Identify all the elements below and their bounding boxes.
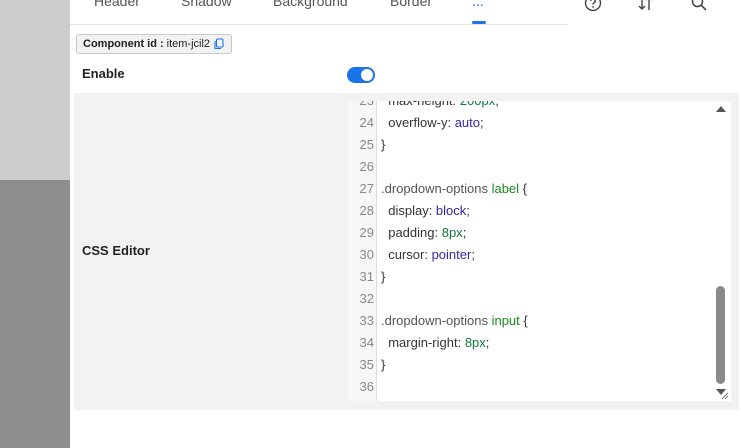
- tab-background[interactable]: Background: [273, 0, 348, 9]
- code-token: cursor:: [381, 247, 432, 262]
- line-number: 34: [359, 335, 374, 350]
- code-line: 23 max-height: 200px;: [348, 101, 718, 112]
- editor-scrollbar[interactable]: [715, 101, 729, 401]
- line-number: 30: [359, 247, 374, 262]
- code-token: display:: [381, 203, 436, 218]
- code-line: 24 overflow-y: auto;: [348, 112, 718, 134]
- code-text: }: [381, 266, 385, 288]
- tab-more[interactable]: ...: [472, 0, 484, 9]
- line-number: 29: [359, 225, 374, 240]
- code-line: 33 .dropdown-options input {: [348, 310, 718, 332]
- search-icon[interactable]: [690, 0, 708, 12]
- resize-grip-icon[interactable]: [719, 390, 729, 400]
- code-text: padding: 8px;: [381, 222, 466, 244]
- code-line: 25}: [348, 134, 718, 156]
- code-token: .dropdown-options: [381, 181, 492, 196]
- code-token: padding:: [381, 225, 442, 240]
- code-token: input: [491, 313, 520, 328]
- code-text: .dropdown-options input {: [381, 310, 528, 332]
- line-number: 31: [359, 269, 374, 284]
- code-token: block: [435, 203, 467, 218]
- code-token: auto: [454, 115, 480, 130]
- code-text: }: [381, 134, 385, 156]
- code-token: ;: [495, 101, 499, 108]
- code-text: margin-right: 8px;: [381, 332, 489, 354]
- line-number: 32: [359, 291, 374, 306]
- code-token: ;: [466, 203, 470, 218]
- code-text: cursor: pointer;: [381, 244, 475, 266]
- component-id-value: item-jcil2: [166, 38, 211, 50]
- code-token: {: [519, 181, 528, 196]
- active-tab-indicator: [472, 21, 486, 24]
- tab-border[interactable]: Border: [390, 0, 432, 9]
- component-id-label: Component id :: [83, 38, 164, 50]
- code-token: }: [381, 137, 386, 152]
- code-token: margin-right:: [381, 335, 465, 350]
- code-line: 28 display: block;: [348, 200, 718, 222]
- code-token: ;: [480, 115, 484, 130]
- enable-toggle[interactable]: [347, 67, 375, 83]
- code-text: display: block;: [381, 200, 470, 222]
- sort-icon[interactable]: [637, 0, 655, 12]
- line-number: 28: [359, 203, 374, 218]
- tab-shadow[interactable]: Shadow: [181, 0, 232, 9]
- tab-header[interactable]: Header: [94, 0, 140, 9]
- code-line: 36: [348, 376, 718, 398]
- component-id-badge: Component id : item-jcil2: [76, 34, 233, 54]
- code-token: 8px: [464, 335, 486, 350]
- css-editor-row: CSS Editor 23 max-height: 200px;24 overf…: [74, 93, 739, 410]
- line-number: 35: [359, 357, 374, 372]
- code-token: }: [381, 357, 386, 372]
- scroll-up-arrow-icon[interactable]: [716, 106, 726, 112]
- code-text: }: [381, 354, 385, 376]
- background-canvas-dark: [0, 180, 70, 448]
- code-line: 30 cursor: pointer;: [348, 244, 718, 266]
- code-token: pointer: [431, 247, 472, 262]
- line-number: 25: [359, 137, 374, 152]
- enable-label: Enable: [82, 66, 125, 81]
- code-token: }: [381, 269, 386, 284]
- line-number: 23: [348, 101, 374, 112]
- line-number: 36: [359, 379, 374, 394]
- code-token: 8px: [441, 225, 463, 240]
- code-line: 26: [348, 156, 718, 178]
- code-line: 29 padding: 8px;: [348, 222, 718, 244]
- code-token: label: [491, 181, 520, 196]
- code-token: {: [519, 313, 528, 328]
- code-line: 31}: [348, 266, 718, 288]
- line-number: 24: [359, 115, 374, 130]
- css-code-editor[interactable]: 23 max-height: 200px;24 overflow-y: auto…: [348, 101, 731, 401]
- code-text: .dropdown-options label {: [381, 178, 527, 200]
- scroll-thumb[interactable]: [716, 286, 725, 384]
- tab-bar: Header Shadow Background Border ...: [70, 0, 568, 25]
- code-token: 200px: [460, 101, 495, 108]
- code-text: overflow-y: auto;: [381, 112, 484, 134]
- css-editor-label: CSS Editor: [82, 243, 150, 258]
- code-line: 35}: [348, 354, 718, 376]
- code-line: 27 .dropdown-options label {: [348, 178, 718, 200]
- code-token: ;: [485, 335, 490, 350]
- line-number: 33: [359, 313, 374, 328]
- code-text: max-height: 200px;: [381, 101, 499, 112]
- code-line: 34 margin-right: 8px;: [348, 332, 718, 354]
- code-token: overflow-y:: [381, 115, 455, 130]
- code-token: max-height:: [381, 101, 460, 108]
- toggle-knob: [361, 69, 373, 81]
- style-settings-panel: Header Shadow Background Border ... Comp…: [70, 0, 741, 448]
- copy-icon[interactable]: [213, 38, 225, 50]
- code-token: ;: [471, 247, 475, 262]
- code-token: .dropdown-options: [381, 313, 492, 328]
- background-canvas-light: [0, 0, 70, 180]
- line-number: 26: [359, 159, 374, 174]
- code-line: 32: [348, 288, 718, 310]
- code-token: ;: [462, 225, 467, 240]
- line-number: 27: [359, 181, 374, 196]
- help-icon[interactable]: [584, 0, 602, 12]
